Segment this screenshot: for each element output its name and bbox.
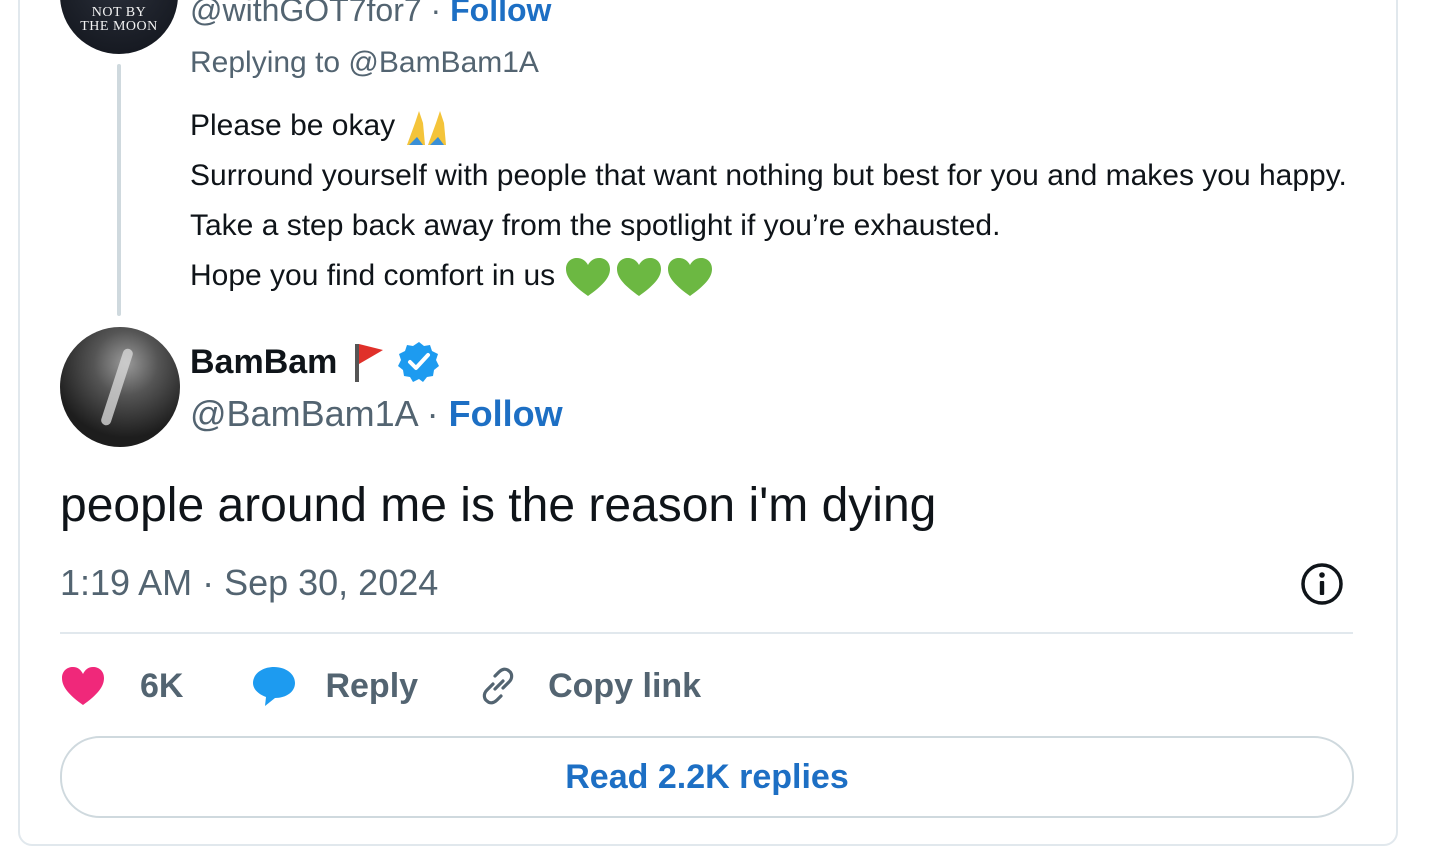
replying-to-label: Replying to @BamBam1A <box>190 46 539 79</box>
reply-bubble-icon <box>253 667 296 706</box>
heart-icon <box>62 667 104 705</box>
avatar-photo-figure <box>99 347 135 427</box>
author-handle[interactable]: @BamBam1A <box>190 393 417 434</box>
parent-line-1: Please be okay <box>190 101 1350 151</box>
parent-tweet-text: Please be okay Surround yourself with pe… <box>190 101 1350 301</box>
parent-separator: · <box>421 0 451 28</box>
green-heart-icon <box>565 258 712 297</box>
link-icon <box>482 667 514 705</box>
info-icon[interactable] <box>1300 562 1344 606</box>
tweet-text: people around me is the reason i'm dying <box>60 479 937 532</box>
read-replies-button[interactable]: Read 2.2K replies <box>60 736 1354 818</box>
parent-line-3-text: Hope you find comfort in us <box>190 259 556 292</box>
author-name-row: BamBam <box>190 340 441 384</box>
verified-icon <box>398 342 440 382</box>
praying-hands-icon <box>407 111 447 146</box>
avatar-logo-line-1: NOT BY <box>91 5 147 20</box>
red-flag-icon <box>355 344 384 382</box>
thread-connector-line <box>117 64 121 316</box>
author-follow-link[interactable]: Follow <box>449 393 563 434</box>
parent-line-3: Hope you find comfort in us <box>190 251 1350 301</box>
reply-label: Reply <box>325 666 419 705</box>
parent-follow-link[interactable]: Follow <box>450 0 551 28</box>
author-separator: · <box>416 393 449 434</box>
parent-line-2: Surround yourself with people that want … <box>190 159 1347 242</box>
reply-button[interactable]: Reply <box>251 664 418 708</box>
avatar-logo-text: NOT BY THE MOON <box>60 6 178 34</box>
parent-line-1-text: Please be okay <box>190 109 396 142</box>
tweet-timestamp[interactable]: 1:19 AM · Sep 30, 2024 <box>60 562 438 604</box>
copy-link-button[interactable]: Copy link <box>476 664 701 708</box>
parent-handle[interactable]: @withGOT7for7 <box>190 0 422 28</box>
copy-link-label: Copy link <box>548 666 702 705</box>
author-name[interactable]: BamBam <box>190 343 337 382</box>
parent-handle-row: @withGOT7for7 · Follow <box>190 0 551 29</box>
like-count: 6K <box>140 666 184 705</box>
like-button[interactable]: 6K <box>60 665 183 707</box>
tweet-actions: 6K Reply Copy link <box>60 660 701 712</box>
avatar-logo-line-2: THE MOON <box>80 19 158 34</box>
action-divider <box>60 632 1353 634</box>
author-avatar[interactable] <box>60 327 180 447</box>
author-handle-row: @BamBam1A · Follow <box>190 393 563 435</box>
